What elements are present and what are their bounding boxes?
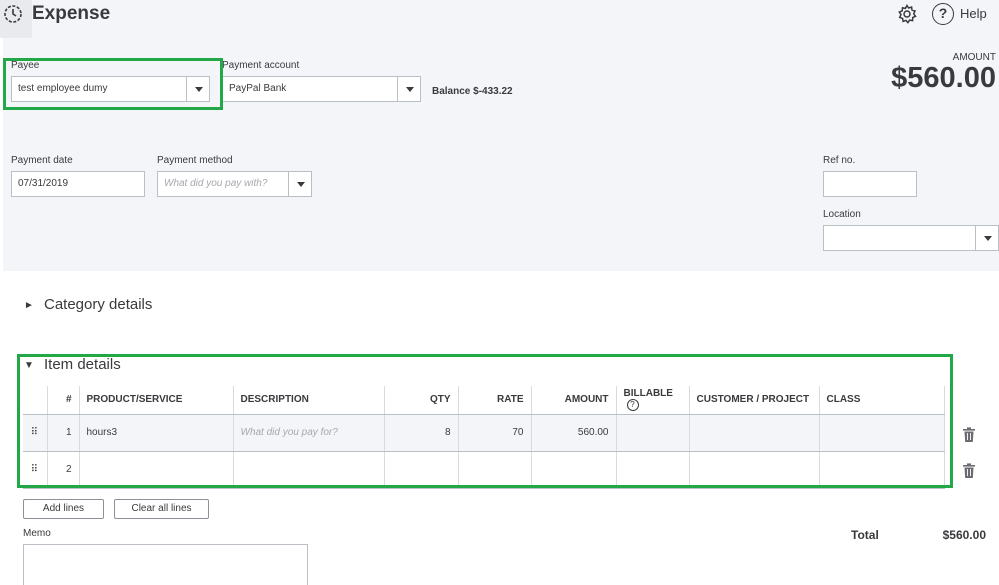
payment-date-label: Payment date (11, 155, 73, 166)
category-details-label: Category details (44, 296, 153, 313)
total-value: $560.00 (942, 528, 986, 542)
payee-highlight-box (3, 58, 223, 110)
recent-transactions-area[interactable] (0, 0, 32, 38)
memo-label: Memo (23, 528, 51, 539)
amount-value: $560.00 (891, 62, 996, 94)
payment-date-input[interactable]: 07/31/2019 (11, 171, 145, 197)
caret-right-icon: ► (24, 300, 34, 311)
ref-no-label: Ref no. (823, 155, 856, 166)
trash-icon[interactable] (962, 427, 976, 443)
ref-no-input[interactable] (823, 171, 917, 197)
trash-icon[interactable] (962, 463, 976, 479)
memo-textarea[interactable] (23, 544, 308, 585)
location-label: Location (823, 209, 861, 220)
history-icon[interactable] (2, 3, 24, 25)
item-details-highlight-box (17, 354, 953, 488)
gear-icon[interactable] (896, 3, 918, 25)
balance-text: Balance $-433.22 (432, 86, 513, 97)
page-title: Expense (32, 3, 111, 24)
location-select[interactable] (823, 225, 999, 251)
payment-account-select[interactable]: PayPal Bank (222, 76, 421, 102)
payment-method-label: Payment method (157, 155, 233, 166)
chevron-down-icon[interactable] (975, 226, 998, 250)
category-details-toggle[interactable]: ► Category details (24, 296, 152, 313)
clear-all-lines-button[interactable]: Clear all lines (114, 499, 209, 519)
payment-method-select[interactable]: What did you pay with? (157, 171, 312, 197)
total-label: Total (851, 528, 879, 542)
add-lines-button[interactable]: Add lines (23, 499, 104, 519)
help-icon[interactable]: ? (932, 3, 954, 25)
help-label[interactable]: Help (960, 6, 987, 21)
chevron-down-icon[interactable] (397, 77, 420, 101)
payment-date-value: 07/31/2019 (18, 178, 69, 189)
payment-account-value: PayPal Bank (229, 83, 287, 94)
payment-account-label: Payment account (222, 60, 300, 71)
payment-method-placeholder: What did you pay with? (164, 178, 268, 189)
chevron-down-icon[interactable] (288, 172, 311, 196)
